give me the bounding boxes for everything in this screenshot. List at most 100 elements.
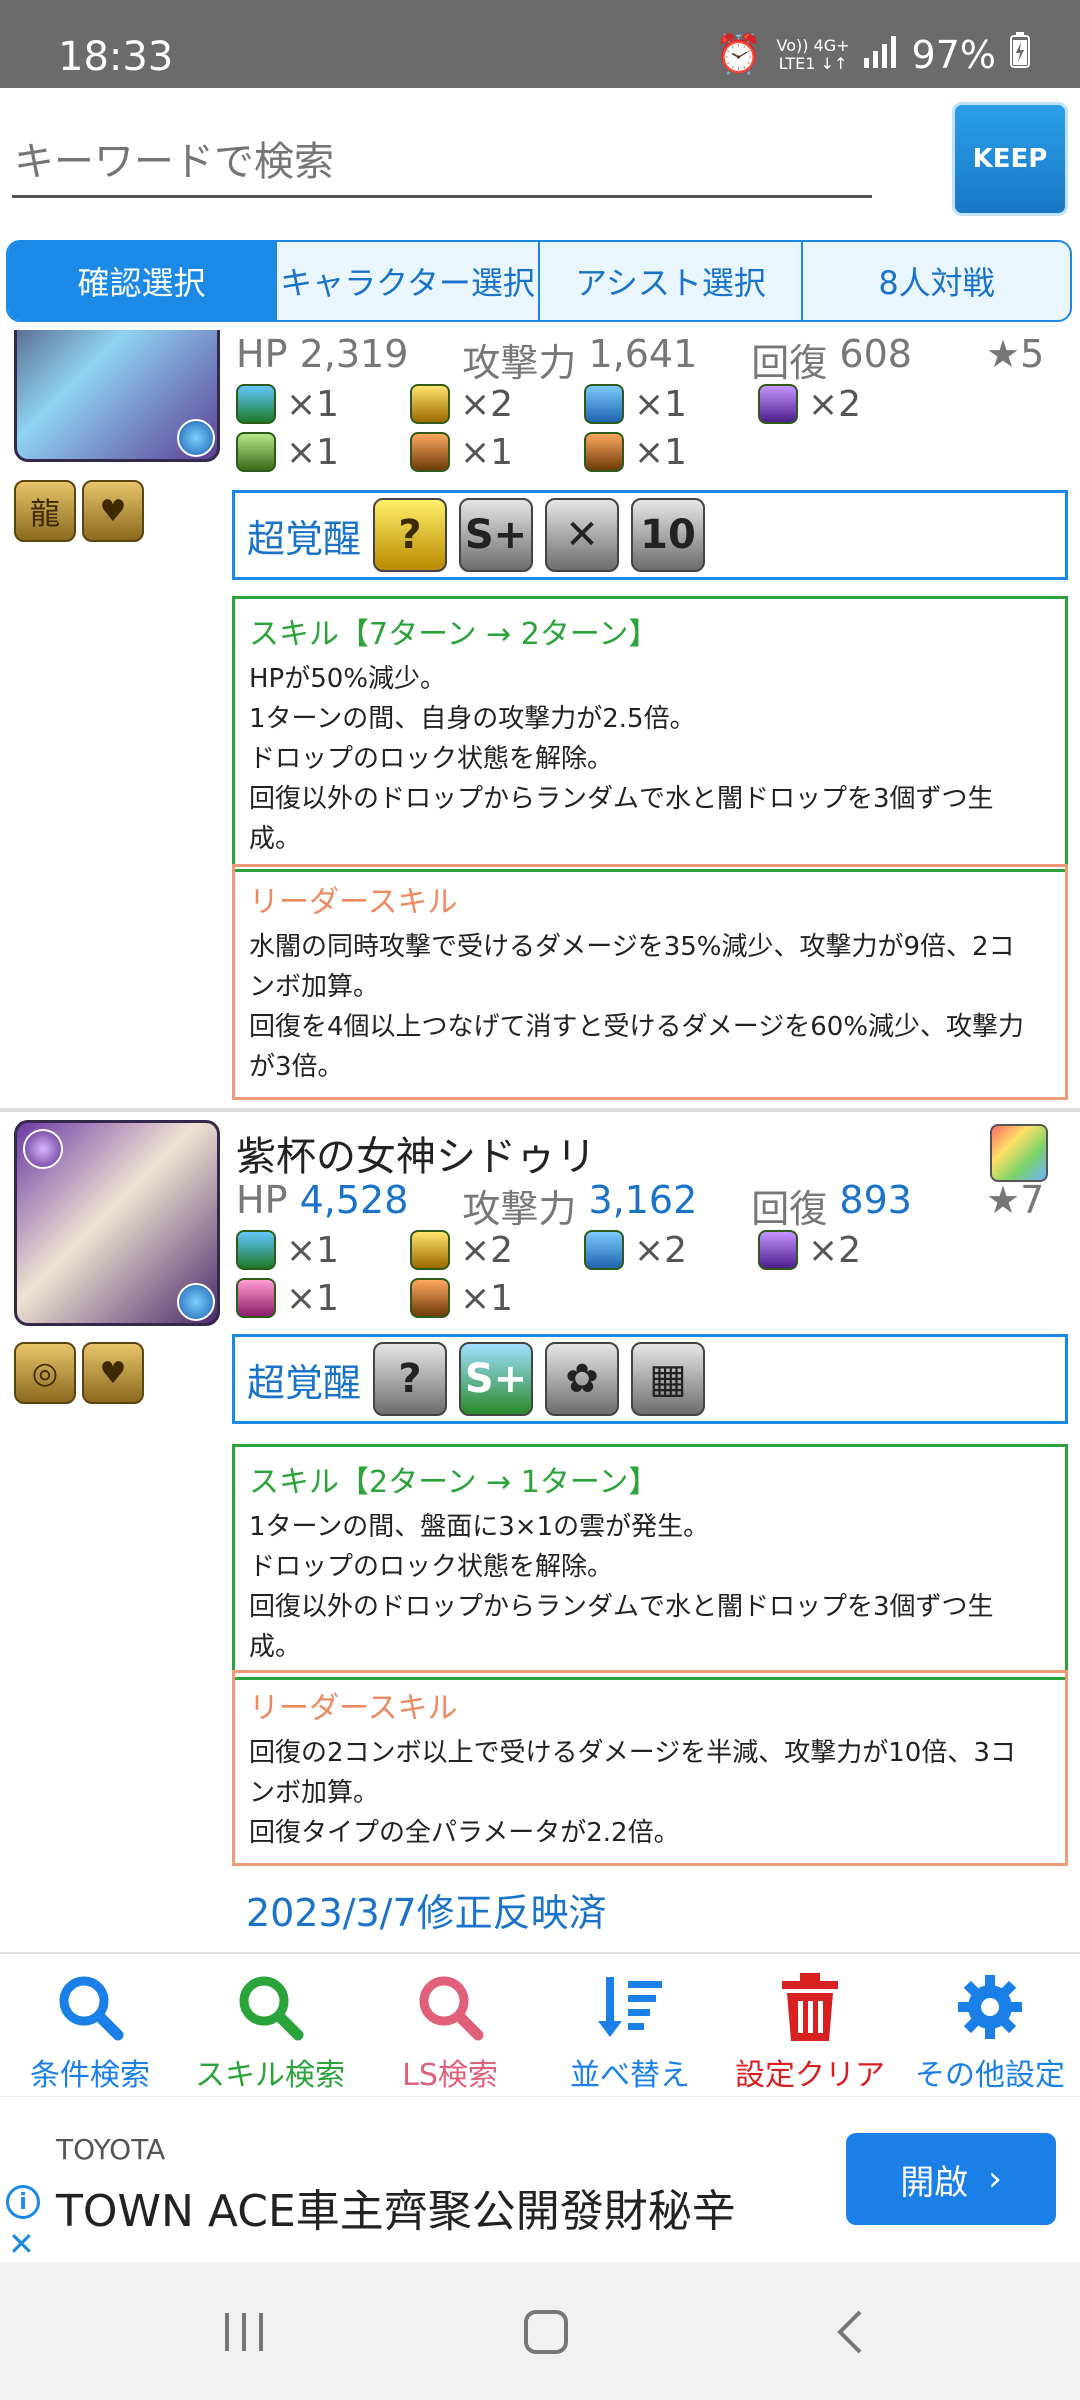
question-awakening-icon[interactable]: ? xyxy=(373,498,448,572)
search-input[interactable] xyxy=(12,128,872,198)
other-settings-button[interactable]: その他設定 xyxy=(900,1954,1080,2094)
leader-skill-text: ンボ加算。 xyxy=(249,972,380,1002)
latent-item: ×1 xyxy=(410,1274,584,1322)
ad-open-label: 開啟 xyxy=(900,2162,969,2203)
sort-button[interactable]: 並べ替え xyxy=(540,1954,720,2094)
hp-value: 2,319 xyxy=(299,332,409,376)
hp-label: HP xyxy=(236,332,288,376)
leader-skill-text: ンボ加算。 xyxy=(249,1778,380,1808)
leader-skill-text: 回復を4個以上つなげて消すと受けるダメージを60%減少、攻撃力 xyxy=(249,1012,1025,1042)
rcv-value: 608 xyxy=(839,332,912,376)
network-indicator: Vo)) 4G+ LTE1 ↓↑ xyxy=(776,35,850,73)
tab-assist-select[interactable]: アシスト選択 xyxy=(540,242,804,320)
back-button[interactable] xyxy=(820,2302,880,2362)
skill-boost-awakening-icon[interactable]: S+ xyxy=(459,1342,534,1416)
update-note: 2023/3/7修正反映済 xyxy=(246,1891,607,1935)
hp-value: 4,528 xyxy=(299,1178,409,1222)
latent-item: ×2 xyxy=(584,1226,758,1274)
atk-label: 攻撃力 xyxy=(462,1187,577,1231)
latent-icon xyxy=(584,384,624,424)
latent-awakenings: ×1 ×2 ×1 ×2 ×1 ×1 ×1 xyxy=(236,380,1056,476)
rcv-label: 回復 xyxy=(751,341,828,385)
question-awakening-icon[interactable]: ? xyxy=(373,1342,448,1416)
battery-charging-icon xyxy=(1010,32,1030,77)
leader-skill-text: が3倍。 xyxy=(249,1052,344,1082)
tab-confirm-select[interactable]: 確認選択 xyxy=(8,242,277,320)
dragon-type-icon: 龍 xyxy=(14,480,76,542)
search-bar: KEEP xyxy=(0,88,1080,238)
combo-awakening-icon[interactable]: 10 xyxy=(631,498,706,572)
alarm-icon: ⏰ xyxy=(715,32,763,76)
leader-skill-title: リーダースキル xyxy=(249,1691,458,1726)
recents-button[interactable] xyxy=(214,2302,274,2362)
hp-label: HP xyxy=(236,1178,288,1222)
skill-text: 1ターンの間、盤面に3×1の雲が発生。 xyxy=(249,1512,710,1542)
ad-open-button[interactable]: 開啟 › xyxy=(846,2133,1056,2225)
trash-icon xyxy=(771,1968,849,2046)
monster-portrait[interactable] xyxy=(14,330,220,462)
latent-item: ×2 xyxy=(410,380,584,428)
rarity: ★7 xyxy=(986,1178,1045,1222)
leader-skill-text: 回復タイプの全パラメータが2.2倍。 xyxy=(249,1818,680,1848)
clear-settings-button[interactable]: 設定クリア xyxy=(720,1954,900,2094)
latent-item: ×1 xyxy=(410,428,584,476)
ls-search-button[interactable]: LS検索 xyxy=(360,1954,540,2094)
tab-character-select[interactable]: キャラクター選択 xyxy=(277,242,540,320)
atk-label: 攻撃力 xyxy=(462,341,577,385)
search-icon xyxy=(231,1968,309,2046)
latent-item: ×1 xyxy=(584,380,758,428)
atk-value: 1,641 xyxy=(588,332,698,376)
latent-icon xyxy=(410,1278,450,1318)
sub-attribute-icon xyxy=(177,419,215,457)
skill-text: 回復以外のドロップからランダムで水と闇ドロップを3個ずつ生 xyxy=(249,784,994,814)
active-skill-box: スキル【2ターン → 1ターン】 1ターンの間、盤面に3×1の雲が発生。 ドロッ… xyxy=(232,1444,1068,1680)
latent-icon xyxy=(410,432,450,472)
latent-item: ×1 xyxy=(236,380,410,428)
latent-item: ×2 xyxy=(758,380,932,428)
super-awakening-label: 超覚醒 xyxy=(247,516,362,561)
keep-button[interactable]: KEEP xyxy=(952,102,1068,216)
toolbar-label: 設定クリア xyxy=(735,2058,885,2093)
latent-icon xyxy=(236,1278,276,1318)
home-button[interactable] xyxy=(516,2302,576,2362)
tab-8-player-battle[interactable]: 8人対戦 xyxy=(803,242,1070,320)
rcv-value: 893 xyxy=(839,1178,912,1222)
toolbar-label: 並べ替え xyxy=(570,2058,690,2093)
sort-icon xyxy=(591,1968,669,2046)
heal-type-icon: ♥ xyxy=(82,480,144,542)
info-icon[interactable]: i xyxy=(6,2185,40,2219)
monster-portrait[interactable] xyxy=(14,1120,220,1326)
god-type-icon: ◎ xyxy=(14,1342,76,1404)
status-icons: ⏰ Vo)) 4G+ LTE1 ↓↑ 97% xyxy=(715,32,1030,77)
latent-item: ×1 xyxy=(584,428,758,476)
bind-resist-awakening-icon[interactable]: ✕ xyxy=(545,498,620,572)
close-icon[interactable]: ✕ xyxy=(8,2225,35,2263)
collab-icon[interactable] xyxy=(990,1124,1048,1182)
monster-card[interactable]: 龍 ♥ HP 2,319 攻撃力 1,641 回復 608 ★5 ×1 ×2 ×… xyxy=(0,330,1080,1120)
skill-search-button[interactable]: スキル検索 xyxy=(180,1954,360,2094)
tab-bar: 確認選択 キャラクター選択 アシスト選択 8人対戦 xyxy=(6,240,1072,322)
latent-icon xyxy=(758,1230,798,1270)
monster-list[interactable]: 龍 ♥ HP 2,319 攻撃力 1,641 回復 608 ★5 ×1 ×2 ×… xyxy=(0,330,1080,1952)
leader-skill-title: リーダースキル xyxy=(249,885,458,920)
skill-title: スキル【2ターン → 1ターン】 xyxy=(249,1465,659,1500)
main-attribute-icon xyxy=(23,1129,63,1169)
sub-attribute-icon xyxy=(177,1283,215,1321)
leader-skill-text: 回復の2コンボ以上で受けるダメージを半減、攻撃力が10倍、3コ xyxy=(249,1738,1016,1768)
skill-text: ドロップのロック状態を解除。 xyxy=(249,744,614,774)
ad-headline[interactable]: TOWN ACE車主齊聚公開發財秘辛 xyxy=(56,2175,736,2239)
atk-value: 3,162 xyxy=(588,1178,698,1222)
ad-banner[interactable]: TOYOTA TOWN ACE車主齊聚公開發財秘辛 i ✕ 開啟 › xyxy=(0,2096,1080,2263)
latent-icon xyxy=(236,432,276,472)
skill-title: スキル【7ターン → 2ターン】 xyxy=(249,617,659,652)
search-icon xyxy=(51,1968,129,2046)
cloud-resist-awakening-icon[interactable]: ✿ xyxy=(545,1342,620,1416)
skill-boost-awakening-icon[interactable]: S+ xyxy=(459,498,534,572)
skill-text: 成。 xyxy=(249,1632,302,1662)
monster-card[interactable]: ◎ ♥ 紫杯の女神シドゥリ HP 4,528 攻撃力 3,162 回復 893 … xyxy=(0,1120,1080,1952)
signal-icon xyxy=(863,33,898,77)
leader-skill-box: リーダースキル 水闇の同時攻撃で受けるダメージを35%減少、攻撃力が9倍、2コ … xyxy=(232,864,1068,1100)
blind-resist-awakening-icon[interactable]: ▦ xyxy=(631,1342,706,1416)
latent-item: ×1 xyxy=(236,1226,410,1274)
condition-search-button[interactable]: 条件検索 xyxy=(0,1954,180,2094)
